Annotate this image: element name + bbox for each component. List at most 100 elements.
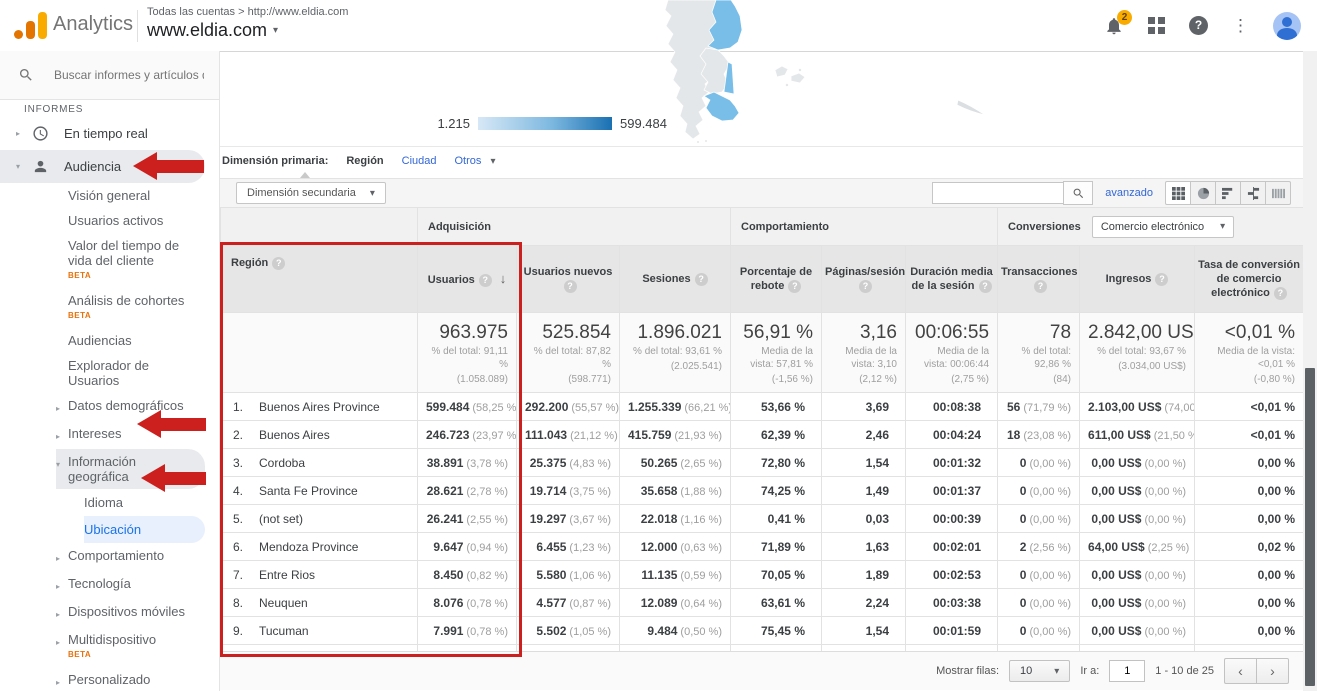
bounce-cell: 53,66 %: [731, 393, 822, 421]
sidebar-item-user-explorer[interactable]: Explorador de Usuarios: [68, 353, 198, 393]
col-header-pages[interactable]: Páginas/sesión?: [822, 246, 906, 313]
bounce-cell: 63,61 %: [731, 589, 822, 617]
annotation-arrow-audience: [157, 160, 204, 173]
col-header-duration[interactable]: Duración media de la sesión?: [906, 246, 998, 313]
sidebar-item-technology[interactable]: ▸ Tecnología: [56, 571, 219, 599]
dimension-option-region[interactable]: Región: [346, 155, 383, 167]
help-button[interactable]: ?: [1189, 16, 1208, 35]
col-header-bounce[interactable]: Porcentaje de rebote?: [731, 246, 822, 313]
col-header-transactions[interactable]: Transacciones?: [998, 246, 1080, 313]
chevron-down-icon: ▾: [490, 156, 495, 167]
scrollbar-thumb[interactable]: [1305, 368, 1315, 686]
transactions-cell: 56(71,79 %): [998, 393, 1080, 421]
help-tooltip-icon[interactable]: ?: [788, 280, 801, 293]
apps-grid-button[interactable]: [1148, 17, 1165, 34]
sidebar-item-location[interactable]: Ubicación: [84, 516, 205, 543]
chevron-down-icon[interactable]: ▾: [13, 162, 23, 171]
sidebar-item-realtime[interactable]: ▸ En tiempo real: [0, 117, 219, 150]
chevron-right-icon[interactable]: ▸: [13, 129, 23, 138]
total-duration: 00:06:55Media de la vista: 00:06:44(2,75…: [906, 313, 998, 393]
advanced-filter-link[interactable]: avanzado: [1105, 187, 1153, 199]
comparison-view-button[interactable]: [1241, 181, 1266, 205]
col-header-sessions[interactable]: Sesiones?: [620, 246, 731, 313]
sidebar-item-custom[interactable]: ▸ Personalizado: [56, 667, 219, 691]
sidebar-item-overview[interactable]: Visión general: [68, 183, 198, 208]
help-tooltip-icon[interactable]: ?: [564, 280, 577, 293]
beta-tag: BETA: [68, 647, 188, 662]
sidebar-search[interactable]: [0, 51, 219, 100]
next-page-button[interactable]: ›: [1256, 658, 1289, 684]
total-new-users: 525.854% del total: 87,82 %(598.771): [517, 313, 620, 393]
chevron-right-icon: ▸: [56, 576, 68, 594]
search-input[interactable]: [52, 67, 206, 83]
conversions-type-select[interactable]: Comercio electrónico ▾: [1092, 216, 1234, 238]
notifications-button[interactable]: 2: [1104, 16, 1124, 36]
pivot-view-button[interactable]: [1266, 181, 1291, 205]
sidebar: INFORMES ▸ En tiempo real ▾ Audiencia Vi…: [0, 51, 220, 691]
conv-rate-cell: 0,00 %: [1195, 617, 1304, 645]
property-selector[interactable]: www.eldia.com ▾: [147, 20, 348, 41]
col-header-conv-rate[interactable]: Tasa de conversión de comercio electróni…: [1195, 246, 1304, 313]
rows-per-page-select[interactable]: 10 ▾: [1009, 660, 1070, 682]
chevron-right-icon: ▸: [56, 604, 68, 622]
map-region-highlight-south[interactable]: [704, 92, 739, 121]
revenue-cell: 0,00 US$(0,00 %): [1080, 477, 1195, 505]
col-header-new-users[interactable]: Usuarios nuevos?: [517, 246, 620, 313]
more-options-button[interactable]: ⋮: [1232, 16, 1249, 36]
sidebar-item-cohort-analysis[interactable]: Análisis de cohortesBETA: [68, 288, 198, 328]
conv-rate-cell: 0,00 %: [1195, 561, 1304, 589]
sidebar-item-active-users[interactable]: Usuarios activos: [68, 208, 198, 233]
table-toolbar: Dimensión secundaria ▾ avanzado: [220, 178, 1303, 208]
revenue-cell: 0,00 US$(0,00 %): [1080, 449, 1195, 477]
new-users-cell: 19.297(3,67 %): [517, 505, 620, 533]
annotation-box: [220, 242, 522, 657]
help-tooltip-icon[interactable]: ?: [979, 280, 992, 293]
performance-view-button[interactable]: [1216, 181, 1241, 205]
brand-name: Analytics: [53, 13, 133, 36]
help-tooltip-icon[interactable]: ?: [859, 280, 872, 293]
map-islet: [785, 83, 788, 86]
chevron-right-icon: ▸: [56, 426, 68, 444]
sidebar-item-language[interactable]: Idioma: [84, 489, 219, 516]
duration-cell: 00:08:38: [906, 393, 998, 421]
transactions-cell: 0(0,00 %): [998, 449, 1080, 477]
new-users-cell: 5.580(1,06 %): [517, 561, 620, 589]
goto-page-input[interactable]: [1109, 660, 1145, 682]
map-islands-falklands-2[interactable]: [791, 73, 805, 83]
help-tooltip-icon[interactable]: ?: [1034, 280, 1047, 293]
secondary-dimension-button[interactable]: Dimensión secundaria ▾: [236, 182, 386, 204]
percentage-view-button[interactable]: [1191, 181, 1216, 205]
map-islands-falklands[interactable]: [775, 66, 788, 77]
map-islet: [697, 141, 700, 144]
clock-icon: [32, 125, 49, 142]
total-transactions: 78% del total: 92,86 %(84): [998, 313, 1080, 393]
dimension-option-city[interactable]: Ciudad: [402, 155, 437, 167]
beta-tag: BETA: [68, 308, 198, 323]
data-view-button[interactable]: [1165, 181, 1191, 205]
sidebar-item-lifetime-value[interactable]: Valor del tiempo de vida del clienteBETA: [68, 233, 198, 288]
dimension-option-other[interactable]: Otros ▾: [455, 155, 496, 167]
vertical-scrollbar[interactable]: [1303, 51, 1317, 691]
help-tooltip-icon[interactable]: ?: [695, 273, 708, 286]
analytics-logo-icon[interactable]: [14, 11, 48, 41]
sidebar-item-audiences[interactable]: Audiencias: [68, 328, 198, 353]
group-header-behavior: Comportamiento: [731, 208, 998, 246]
previous-page-button[interactable]: ‹: [1224, 658, 1256, 684]
row-range: 1 - 10 de 25: [1155, 665, 1214, 677]
group-header-blank: [221, 208, 418, 246]
chevron-right-icon: ▸: [56, 632, 68, 662]
table-search-button[interactable]: [1063, 181, 1093, 205]
transactions-cell: 0(0,00 %): [998, 477, 1080, 505]
total-sessions: 1.896.021% del total: 93,61 %(2.025.541): [620, 313, 731, 393]
sidebar-item-cross-device[interactable]: ▸ MultidispositivoBETA: [56, 627, 219, 667]
sidebar-item-behavior[interactable]: ▸ Comportamiento: [56, 543, 219, 571]
help-tooltip-icon[interactable]: ?: [1155, 273, 1168, 286]
table-search-input[interactable]: [932, 182, 1063, 204]
user-avatar[interactable]: [1273, 12, 1301, 40]
col-header-revenue[interactable]: Ingresos?: [1080, 246, 1195, 313]
sidebar-item-mobile[interactable]: ▸ Dispositivos móviles: [56, 599, 219, 627]
chevron-down-icon: ▾: [1054, 666, 1059, 677]
help-tooltip-icon[interactable]: ?: [1274, 287, 1287, 300]
chevron-right-icon: ▸: [56, 548, 68, 566]
duration-cell: 00:01:32: [906, 449, 998, 477]
